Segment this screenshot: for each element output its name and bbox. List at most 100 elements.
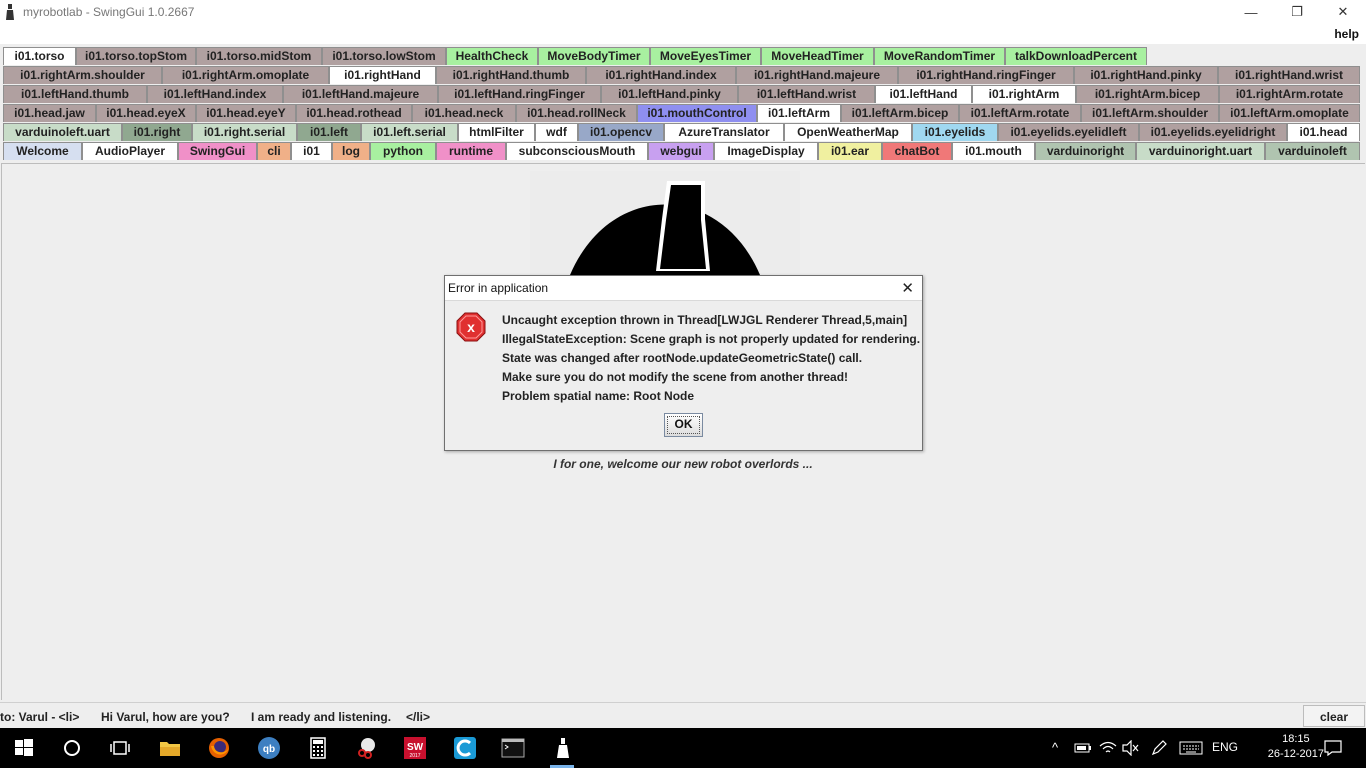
system-clock[interactable]: 18:15 26-12-2017: [1268, 732, 1324, 762]
tab-i01-rightarm-rotate[interactable]: i01.rightArm.rotate: [1219, 85, 1360, 103]
tab-i01-eyelids[interactable]: i01.eyelids: [912, 123, 998, 141]
tab-i01-righthand-thumb[interactable]: i01.rightHand.thumb: [436, 66, 586, 84]
clear-button[interactable]: clear: [1303, 705, 1365, 727]
minimize-button[interactable]: —: [1228, 0, 1274, 24]
dialog-close-button[interactable]: ✕: [901, 279, 914, 297]
tab-i01-left-serial[interactable]: i01.left.serial: [361, 123, 458, 141]
tab-i01-lefthand-ringfinger[interactable]: i01.leftHand.ringFinger: [438, 85, 601, 103]
tab-azuretranslator[interactable]: AzureTranslator: [664, 123, 784, 141]
tab-i01-leftarm-shoulder[interactable]: i01.leftArm.shoulder: [1081, 104, 1219, 122]
file-explorer-icon[interactable]: [158, 736, 182, 760]
tab-subconsciousmouth[interactable]: subconsciousMouth: [506, 142, 648, 160]
tab-i01-righthand-ringfinger[interactable]: i01.rightHand.ringFinger: [898, 66, 1074, 84]
input-language[interactable]: ENG: [1212, 740, 1238, 754]
tab-i01-lefthand-majeure[interactable]: i01.leftHand.majeure: [283, 85, 438, 103]
tab-i01-righthand[interactable]: i01.rightHand: [329, 66, 436, 84]
volume-muted-icon[interactable]: [1122, 740, 1140, 756]
tab-varduinoright[interactable]: varduinoright: [1035, 142, 1136, 160]
ok-button[interactable]: OK: [664, 413, 703, 437]
tab-moverandomtimer[interactable]: MoveRandomTimer: [874, 47, 1005, 65]
tab-cli[interactable]: cli: [257, 142, 291, 160]
tab-webgui[interactable]: webgui: [648, 142, 714, 160]
tab-i01-eyelids-eyelidleft[interactable]: i01.eyelids.eyelidleft: [998, 123, 1139, 141]
tab-moveeyestimer[interactable]: MoveEyesTimer: [650, 47, 761, 65]
tab-i01-righthand-wrist[interactable]: i01.rightHand.wrist: [1218, 66, 1360, 84]
tab-i01-torso-lowstom[interactable]: i01.torso.lowStom: [322, 47, 446, 65]
tab-i01-righthand-index[interactable]: i01.rightHand.index: [586, 66, 736, 84]
tab-i01-mouthcontrol[interactable]: i01.mouthControl: [637, 104, 757, 122]
myrobotlab-icon[interactable]: [551, 736, 575, 760]
tab-i01-eyelids-eyelidright[interactable]: i01.eyelids.eyelidright: [1139, 123, 1287, 141]
tab-i01-rightarm[interactable]: i01.rightArm: [972, 85, 1076, 103]
tab-i01-head-jaw[interactable]: i01.head.jaw: [3, 104, 96, 122]
tab-openweathermap[interactable]: OpenWeatherMap: [784, 123, 912, 141]
tab-i01-leftarm-bicep[interactable]: i01.leftArm.bicep: [841, 104, 959, 122]
tab-i01-left[interactable]: i01.left: [297, 123, 361, 141]
cortana-icon[interactable]: [60, 736, 84, 760]
tab-wdf[interactable]: wdf: [535, 123, 578, 141]
restore-button[interactable]: ❐: [1274, 0, 1320, 24]
tab-i01-right-serial[interactable]: i01.right.serial: [192, 123, 297, 141]
qbittorrent-icon[interactable]: qb: [257, 736, 281, 760]
tab-i01-rightarm-shoulder[interactable]: i01.rightArm.shoulder: [3, 66, 162, 84]
tab-python[interactable]: python: [370, 142, 436, 160]
tab-i01-head-eyey[interactable]: i01.head.eyeY: [196, 104, 296, 122]
tab-i01-leftarm-omoplate[interactable]: i01.leftArm.omoplate: [1219, 104, 1360, 122]
command-prompt-icon[interactable]: [501, 736, 525, 760]
tab-i01-leftarm[interactable]: i01.leftArm: [757, 104, 841, 122]
tab-runtime[interactable]: runtime: [436, 142, 506, 160]
ccleaner-icon[interactable]: [453, 736, 477, 760]
tab-i01-righthand-majeure[interactable]: i01.rightHand.majeure: [736, 66, 898, 84]
tab-swinggui[interactable]: SwingGui: [178, 142, 257, 160]
tab-talkdownloadpercent[interactable]: talkDownloadPercent: [1005, 47, 1147, 65]
help-menu[interactable]: help: [1334, 27, 1359, 41]
tab-i01-torso-topstom[interactable]: i01.torso.topStom: [76, 47, 196, 65]
tab-welcome[interactable]: Welcome: [3, 142, 82, 160]
tab-i01-lefthand-index[interactable]: i01.leftHand.index: [147, 85, 283, 103]
tab-i01-righthand-pinky[interactable]: i01.rightHand.pinky: [1074, 66, 1218, 84]
tab-i01-right[interactable]: i01.right: [122, 123, 192, 141]
tab-i01-mouth[interactable]: i01.mouth: [952, 142, 1035, 160]
calculator-icon[interactable]: [306, 736, 330, 760]
battery-icon[interactable]: [1074, 741, 1092, 755]
tab-movebodytimer[interactable]: MoveBodyTimer: [538, 47, 650, 65]
tab-moveheadtimer[interactable]: MoveHeadTimer: [761, 47, 874, 65]
action-center-icon[interactable]: [1324, 740, 1342, 756]
tab-i01-head-rollneck[interactable]: i01.head.rollNeck: [516, 104, 637, 122]
tab-i01-leftarm-rotate[interactable]: i01.leftArm.rotate: [959, 104, 1081, 122]
tab-i01-lefthand[interactable]: i01.leftHand: [875, 85, 972, 103]
tab-i01-lefthand-pinky[interactable]: i01.leftHand.pinky: [601, 85, 738, 103]
tab-healthcheck[interactable]: HealthCheck: [446, 47, 538, 65]
windows-start-icon[interactable]: [12, 736, 36, 760]
wifi-icon[interactable]: [1099, 740, 1117, 756]
tab-i01-rightarm-bicep[interactable]: i01.rightArm.bicep: [1076, 85, 1219, 103]
task-view-icon[interactable]: [108, 736, 132, 760]
tab-i01-head[interactable]: i01.head: [1287, 123, 1360, 141]
tab-varduinoleft[interactable]: varduinoleft: [1265, 142, 1360, 160]
tab-i01-lefthand-wrist[interactable]: i01.leftHand.wrist: [738, 85, 875, 103]
tab-i01-opencv[interactable]: i01.opencv: [578, 123, 664, 141]
solidworks-icon[interactable]: SW 2017: [403, 736, 427, 760]
tab-imagedisplay[interactable]: ImageDisplay: [714, 142, 818, 160]
tab-i01-lefthand-thumb[interactable]: i01.leftHand.thumb: [3, 85, 147, 103]
firefox-icon[interactable]: [207, 736, 231, 760]
snipping-tool-icon[interactable]: [355, 736, 379, 760]
tab-i01[interactable]: i01: [291, 142, 332, 160]
tab-i01-torso[interactable]: i01.torso: [3, 47, 76, 65]
touch-keyboard-icon[interactable]: [1179, 741, 1203, 755]
close-button[interactable]: ✕: [1320, 0, 1366, 24]
tab-i01-ear[interactable]: i01.ear: [818, 142, 882, 160]
tab-i01-torso-midstom[interactable]: i01.torso.midStom: [196, 47, 322, 65]
tab-log[interactable]: log: [332, 142, 370, 160]
tab-i01-head-neck[interactable]: i01.head.neck: [412, 104, 516, 122]
tab-htmlfilter[interactable]: htmlFilter: [458, 123, 535, 141]
tab-varduinoright-uart[interactable]: varduinoright.uart: [1136, 142, 1265, 160]
tab-i01-head-rothead[interactable]: i01.head.rothead: [296, 104, 412, 122]
tab-audioplayer[interactable]: AudioPlayer: [82, 142, 178, 160]
pen-icon[interactable]: [1150, 739, 1168, 757]
show-hidden-icons-icon[interactable]: ^: [1052, 740, 1058, 755]
tab-i01-head-eyex[interactable]: i01.head.eyeX: [96, 104, 196, 122]
tab-i01-rightarm-omoplate[interactable]: i01.rightArm.omoplate: [162, 66, 329, 84]
tab-chatbot[interactable]: chatBot: [882, 142, 952, 160]
tab-varduinoleft-uart[interactable]: varduinoleft.uart: [3, 123, 122, 141]
